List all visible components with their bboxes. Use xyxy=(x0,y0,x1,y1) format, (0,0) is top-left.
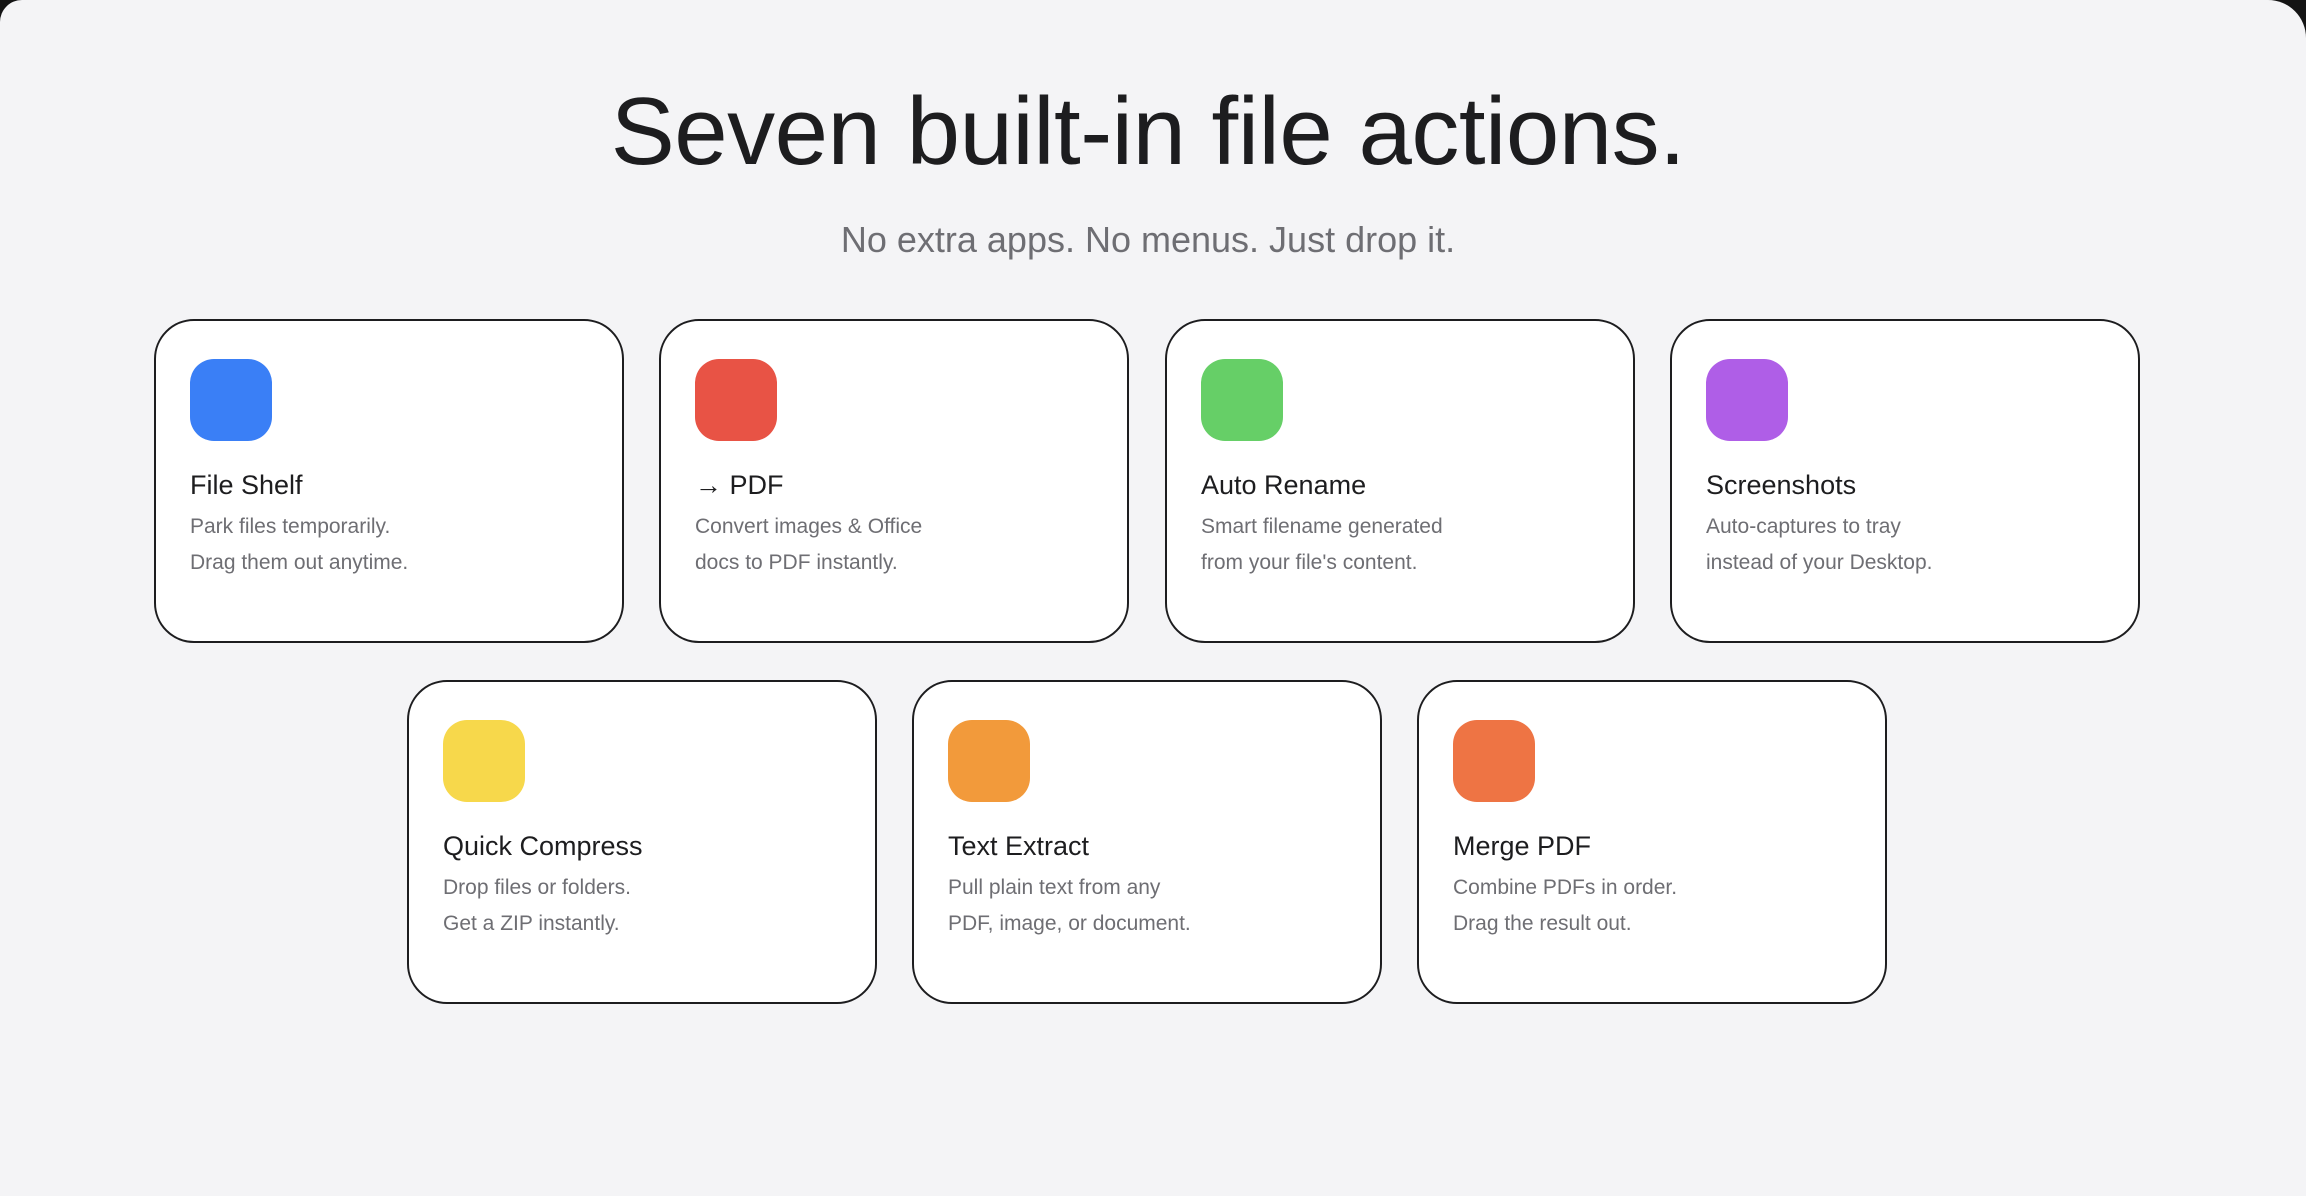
card-description: Pull plain text from any PDF, image, or … xyxy=(948,870,1191,942)
card-text-extract[interactable]: Text Extract Pull plain text from any PD… xyxy=(912,680,1382,1004)
card-description-line: Combine PDFs in order. xyxy=(1453,876,1678,899)
card-description-line: docs to PDF instantly. xyxy=(695,551,898,574)
card-description-line: Drop files or folders. xyxy=(443,876,631,899)
card-screenshots[interactable]: Screenshots Auto-captures to tray instea… xyxy=(1670,319,2140,643)
card-description-line: Convert images & Office xyxy=(695,515,923,538)
page-title: Seven built-in file actions. xyxy=(610,78,1686,185)
card-description: Convert images & Office docs to PDF inst… xyxy=(695,509,922,581)
card-description-line: Smart filename generated xyxy=(1201,515,1443,538)
merge-pdf-icon xyxy=(1453,720,1535,802)
screenshots-icon xyxy=(1706,359,1788,441)
file-shelf-icon xyxy=(190,359,272,441)
quick-compress-icon xyxy=(443,720,525,802)
page-subtitle: No extra apps. No menus. Just drop it. xyxy=(840,219,1456,260)
to-pdf-icon xyxy=(695,359,777,441)
card-title: → PDF xyxy=(695,470,784,500)
card-description-line: Drag them out anytime. xyxy=(190,551,409,574)
card-to-pdf[interactable]: → PDF Convert images & Office docs to PD… xyxy=(659,319,1129,643)
card-title: Screenshots xyxy=(1706,470,1857,500)
card-description: Park files temporarily. Drag them out an… xyxy=(190,509,408,581)
card-file-shelf[interactable]: File Shelf Park files temporarily. Drag … xyxy=(154,319,624,643)
card-description-line: Park files temporarily. xyxy=(190,515,391,538)
card-description-line: from your file's content. xyxy=(1201,551,1418,574)
card-description: Combine PDFs in order. Drag the result o… xyxy=(1453,870,1677,942)
card-quick-compress[interactable]: Quick Compress Drop files or folders. Ge… xyxy=(407,680,877,1004)
card-description-line: instead of your Desktop. xyxy=(1706,551,1933,574)
app-window: Seven built-in file actions. No extra ap… xyxy=(0,0,2306,1196)
card-title: Auto Rename xyxy=(1201,470,1367,500)
card-title: File Shelf xyxy=(190,470,303,500)
text-extract-icon xyxy=(948,720,1030,802)
card-title: Text Extract xyxy=(948,831,1090,861)
card-merge-pdf[interactable]: Merge PDF Combine PDFs in order. Drag th… xyxy=(1417,680,1887,1004)
card-description: Auto-captures to tray instead of your De… xyxy=(1706,509,1932,581)
auto-rename-icon xyxy=(1201,359,1283,441)
card-title: Quick Compress xyxy=(443,831,643,861)
card-description: Drop files or folders. Get a ZIP instant… xyxy=(443,870,631,942)
card-description-line: Get a ZIP instantly. xyxy=(443,912,620,935)
card-description: Smart filename generated from your file'… xyxy=(1201,509,1443,581)
card-description-line: Auto-captures to tray xyxy=(1706,515,1901,538)
card-description-line: PDF, image, or document. xyxy=(948,912,1191,935)
card-title: Merge PDF xyxy=(1453,831,1592,861)
card-auto-rename[interactable]: Auto Rename Smart filename generated fro… xyxy=(1165,319,1635,643)
card-description-line: Drag the result out. xyxy=(1453,912,1632,935)
card-description-line: Pull plain text from any xyxy=(948,876,1161,899)
